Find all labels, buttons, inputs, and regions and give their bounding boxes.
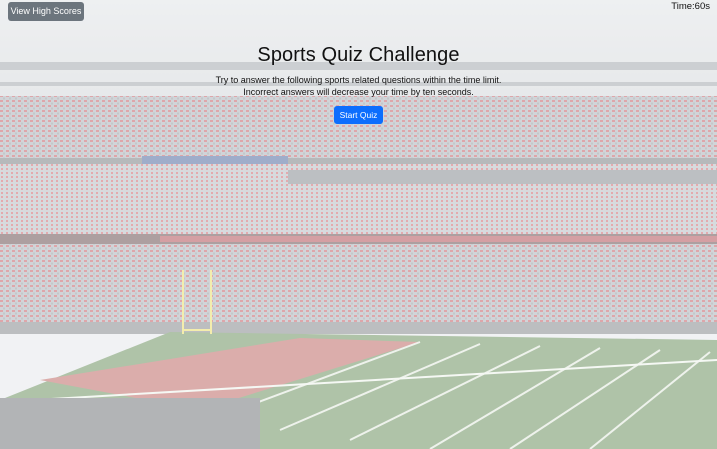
timer-label: Time: xyxy=(671,1,695,12)
start-quiz-button[interactable]: Start Quiz xyxy=(334,106,383,124)
quiz-intro: Sports Quiz Challenge Try to answer the … xyxy=(0,44,717,124)
view-high-scores-button[interactable]: View High Scores xyxy=(8,2,84,21)
description-line-2: Incorrect answers will decrease your tim… xyxy=(243,87,474,97)
timer: Time:60s xyxy=(671,1,710,12)
timer-value: 60s xyxy=(694,1,710,12)
description-line-1: Try to answer the following sports relat… xyxy=(215,75,502,85)
page-title: Sports Quiz Challenge xyxy=(257,44,460,66)
quiz-description: Try to answer the following sports relat… xyxy=(0,74,717,98)
